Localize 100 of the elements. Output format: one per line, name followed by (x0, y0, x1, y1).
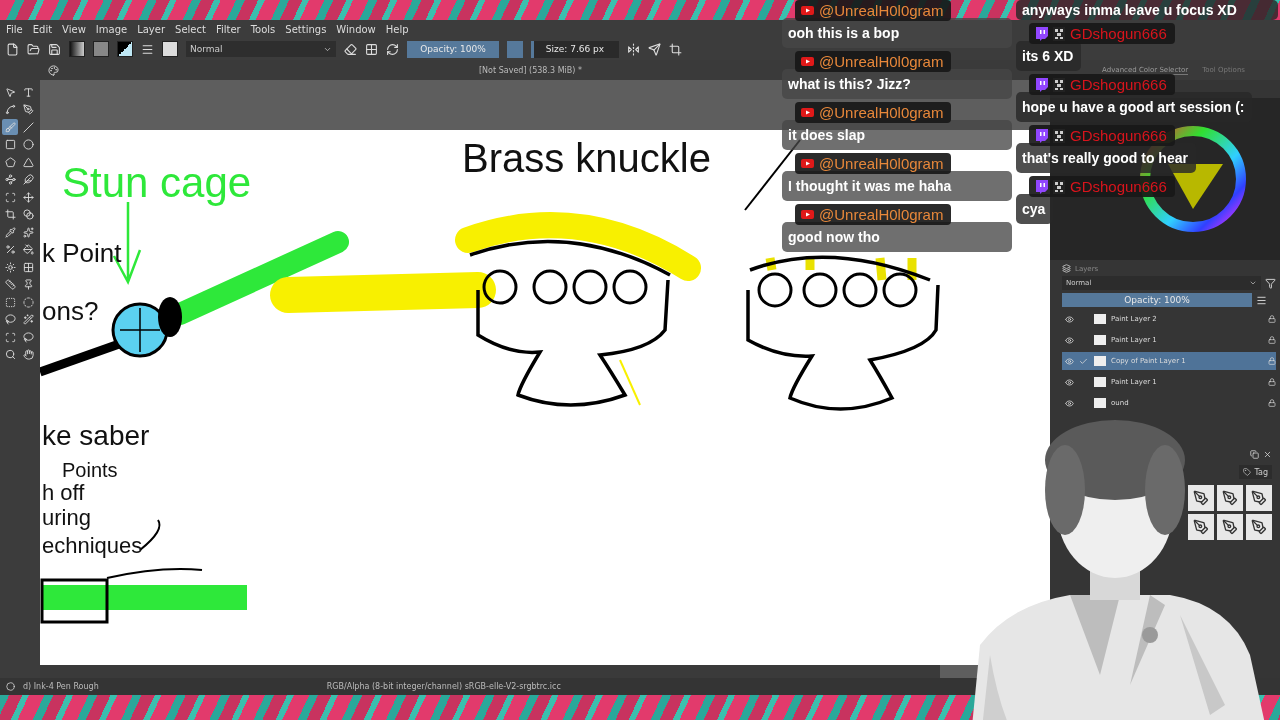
crop-icon[interactable] (2, 206, 18, 223)
save-icon[interactable] (48, 42, 61, 56)
brush-preset-thumbnail[interactable] (1188, 485, 1214, 511)
play-icon (801, 108, 814, 117)
layer-thumbnail (1094, 314, 1106, 324)
tag-button[interactable]: Tag (1239, 465, 1272, 479)
mirror-icon[interactable] (627, 42, 640, 56)
speech-box-icon (1035, 26, 1048, 41)
layer-thumbnail (1094, 335, 1106, 345)
menu-item[interactable]: Window (336, 23, 376, 35)
scrollbar[interactable] (40, 665, 940, 678)
size-slider[interactable]: Size: 7.66 px (531, 40, 619, 58)
eye-icon[interactable] (1065, 356, 1074, 366)
menu-item[interactable]: Filter (215, 23, 241, 35)
eye-icon[interactable] (1065, 314, 1074, 324)
handwritten-text: Brass knuckle (462, 138, 711, 178)
lasso-icon[interactable] (2, 311, 18, 328)
menu-item[interactable]: Help (385, 23, 409, 35)
float-window-icon[interactable] (1250, 450, 1259, 459)
gradient-icon[interactable] (20, 206, 36, 223)
magic-wand-icon[interactable] (20, 311, 36, 328)
filter-icon[interactable] (1265, 277, 1276, 289)
menu-item[interactable]: Layer (137, 23, 166, 35)
eraser-icon[interactable] (344, 42, 357, 56)
gradient-swatch[interactable] (69, 41, 85, 57)
opacity-slider[interactable]: Opacity: 100% (407, 40, 499, 58)
reload-icon[interactable] (386, 42, 399, 56)
chat-message: cya (1022, 201, 1046, 217)
line-icon[interactable] (20, 119, 36, 135)
badge-icon (1053, 26, 1065, 41)
lasso-select-icon[interactable] (20, 329, 36, 345)
close-icon[interactable] (1263, 450, 1272, 459)
fill-bucket-icon[interactable] (20, 241, 36, 258)
lock-icon[interactable] (1268, 315, 1276, 323)
crop-icon[interactable] (669, 42, 682, 56)
chat-author: @UnrealH0l0gram (819, 155, 944, 172)
opacity-slider[interactable]: Opacity: 100% (1062, 293, 1252, 307)
menu-item[interactable]: View (62, 23, 86, 35)
move-icon[interactable] (20, 189, 36, 205)
chat-message: what is this? Jizz? (788, 76, 911, 92)
play-icon (801, 57, 814, 66)
lock-icon[interactable] (1268, 336, 1276, 344)
chat-message: its 6 XD (1022, 48, 1074, 64)
checkerboard-icon[interactable] (365, 42, 378, 56)
handwritten-text: k Point (42, 240, 122, 266)
eye-icon[interactable] (1065, 335, 1074, 345)
feather-icon[interactable] (20, 171, 36, 188)
sparkle-icon[interactable] (20, 224, 36, 240)
chat-author: @UnrealH0l0gram (819, 206, 944, 223)
lock-icon[interactable] (1268, 378, 1276, 386)
brush-preset-thumbnail[interactable] (1188, 514, 1214, 540)
chat-message: good now tho (788, 229, 880, 245)
handwritten-text: ke saber (42, 422, 150, 450)
handwritten-text: echniques (42, 535, 143, 557)
brush-preset-thumbnail[interactable] (1217, 485, 1243, 511)
settings-list-icon[interactable] (141, 42, 154, 56)
brush-icon[interactable] (6, 682, 15, 691)
color-block[interactable] (507, 40, 523, 58)
chat-message: I thought it was me haha (788, 178, 952, 194)
color-swatch[interactable] (117, 41, 133, 57)
layer-thumbnail (1094, 377, 1106, 387)
menu-item[interactable]: Tools (250, 23, 276, 35)
brush-preset-thumbnail[interactable] (1217, 514, 1243, 540)
ellipse-select-icon[interactable] (20, 294, 36, 310)
menu-item[interactable]: Select (175, 23, 206, 35)
brush-preset-thumbnail[interactable] (1246, 514, 1272, 540)
sun-icon[interactable] (2, 259, 18, 275)
palette-icon[interactable] (48, 64, 59, 76)
eye-icon[interactable] (1065, 398, 1074, 408)
new-document-icon[interactable] (6, 42, 19, 56)
chat-author: GDshogun666 (1070, 25, 1167, 42)
menu-item[interactable]: Settings (285, 23, 327, 35)
chat-message: it does slap (788, 127, 866, 143)
hand-icon[interactable] (20, 346, 36, 363)
blend-mode-dropdown[interactable]: Normal (186, 41, 336, 57)
pattern-swatch[interactable] (93, 41, 109, 57)
lock-icon[interactable] (1268, 357, 1276, 365)
bezier-icon[interactable] (2, 171, 18, 188)
folder-icon[interactable] (27, 42, 40, 56)
color-space-info: RGB/Alpha (8-bit integer/channel) sRGB-elle-V2-srgbtrc.icc (326, 682, 561, 691)
layer-thumbnail (1094, 356, 1106, 366)
polygon-icon[interactable] (2, 154, 18, 170)
menu-item[interactable]: File (6, 23, 23, 35)
chat-author: @UnrealH0l0gram (819, 2, 944, 19)
ruler-icon[interactable] (2, 276, 18, 293)
ellipse-icon[interactable] (20, 136, 36, 153)
menu-icon[interactable] (1256, 294, 1267, 306)
eye-icon[interactable] (1065, 377, 1074, 387)
handwritten-text: ons? (42, 298, 99, 324)
pen-icon[interactable] (20, 101, 36, 118)
menu-item[interactable]: Image (95, 23, 128, 35)
chat-author: GDshogun666 (1070, 178, 1167, 195)
menu-item[interactable]: Edit (32, 23, 53, 35)
lock-icon[interactable] (1268, 399, 1276, 407)
brush-preset-swatch[interactable] (162, 41, 178, 57)
handwritten-text: Points (62, 460, 118, 480)
chat-message: anyways imma leave u focus XD (1022, 2, 1237, 18)
eyedropper-icon[interactable] (2, 224, 18, 240)
brush-preset-thumbnail[interactable] (1246, 485, 1272, 511)
brush-preset-name: d) Ink-4 Pen Rough (23, 682, 99, 691)
